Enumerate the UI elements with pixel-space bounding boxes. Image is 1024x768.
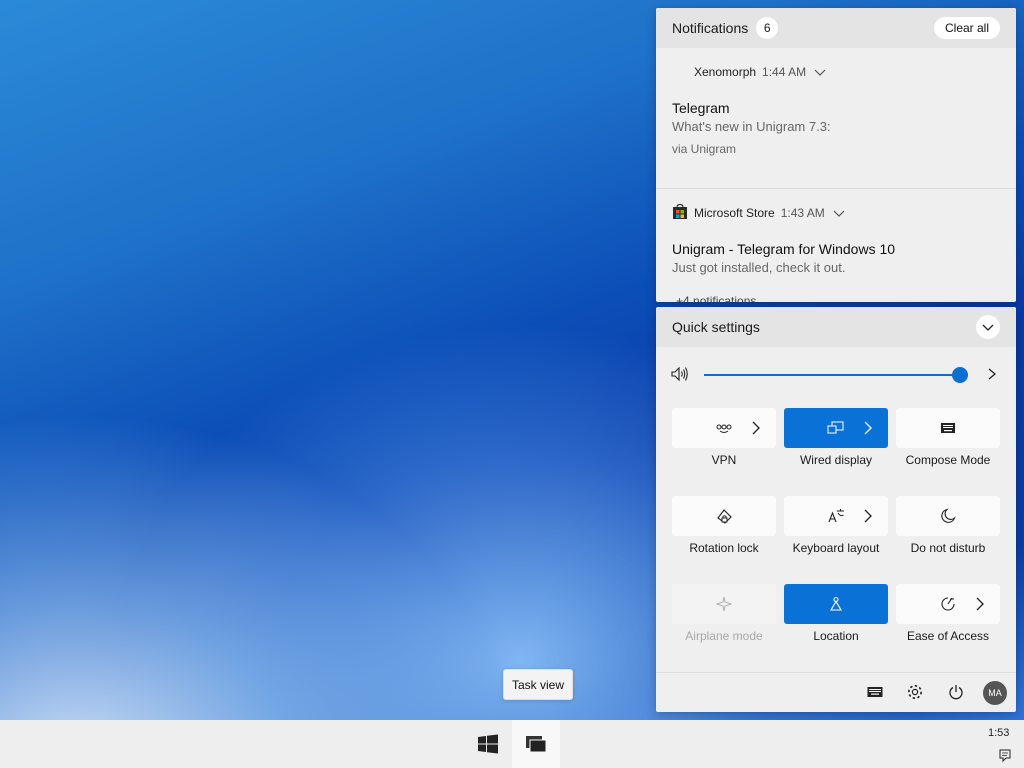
taskbar: 1:53 — [0, 720, 1024, 768]
task-view-icon — [526, 736, 547, 753]
tile-label: Location — [813, 629, 859, 643]
chevron-down-icon[interactable] — [833, 207, 845, 219]
volume-slider-thumb[interactable] — [952, 367, 968, 383]
tile-label: Wired display — [799, 453, 873, 467]
notification-time: 1:44 AM — [762, 65, 807, 79]
chevron-right-icon[interactable] — [860, 508, 876, 524]
task-view-tooltip: Task view — [503, 669, 574, 700]
notifications-header: Notifications 6 Clear all — [656, 8, 1016, 48]
tile-label: Compose Mode — [905, 453, 991, 467]
notification-body: Just got installed, check it out. — [672, 260, 846, 275]
tile-label: Do not disturb — [910, 541, 986, 555]
notification-via: via Unigram — [672, 142, 737, 156]
airplane-icon — [714, 594, 734, 614]
chevron-right-icon[interactable] — [972, 596, 988, 612]
windows-icon — [478, 734, 498, 754]
clear-all-button[interactable]: Clear all — [933, 17, 1000, 39]
volume-row — [656, 347, 1016, 403]
location-tile[interactable] — [784, 584, 888, 624]
notification-app-name: Microsoft Store — [694, 206, 775, 220]
store-icon — [672, 203, 694, 223]
chevron-right-icon[interactable] — [860, 420, 876, 436]
more-notifications-link[interactable]: +4 notifications — [676, 294, 756, 302]
do-not-disturb-tile[interactable] — [896, 496, 1000, 536]
keyboard-layout-icon — [826, 506, 846, 526]
chevron-down-icon[interactable] — [814, 66, 826, 78]
notification-body: What's new in Unigram 7.3: — [672, 119, 831, 134]
moon-icon — [938, 506, 958, 526]
quick-settings-title: Quick settings — [672, 319, 760, 335]
notification-time: 1:43 AM — [780, 206, 825, 220]
quick-settings-panel: Quick settings VPN Wired display Compose… — [656, 307, 1016, 712]
notification-header: Xenomorph 1:44 AM — [672, 58, 1000, 86]
chevron-right-icon[interactable] — [985, 367, 999, 381]
keyboard-layout-tile[interactable] — [784, 496, 888, 536]
start-button[interactable] — [464, 720, 512, 768]
tile-label: VPN — [711, 453, 737, 467]
notifications-title: Notifications — [672, 20, 749, 36]
ease-of-access-tile[interactable] — [896, 584, 1000, 624]
wired-display-icon — [826, 418, 846, 438]
notification-title: Telegram — [672, 100, 730, 116]
rotation-lock-tile[interactable] — [672, 496, 776, 536]
notifications-panel: Notifications 6 Clear all Xenomorph 1:44… — [656, 8, 1016, 302]
chevron-down-icon — [982, 324, 994, 331]
keyboard-icon — [938, 418, 958, 438]
wired-display-tile[interactable] — [784, 408, 888, 448]
power-icon[interactable] — [947, 683, 965, 701]
tile-label: Keyboard layout — [792, 541, 880, 555]
compose-mode-tile[interactable] — [896, 408, 1000, 448]
volume-slider-track[interactable] — [704, 374, 960, 376]
notifications-count-badge: 6 — [756, 17, 779, 39]
keyboard-icon[interactable] — [866, 683, 884, 701]
gear-icon[interactable] — [906, 683, 924, 701]
tile-label: Rotation lock — [689, 541, 759, 555]
chevron-right-icon[interactable] — [748, 420, 764, 436]
notification-header: Microsoft Store 1:43 AM — [672, 199, 1000, 227]
notification-app-name: Xenomorph — [694, 65, 757, 79]
location-icon — [826, 594, 846, 614]
ease-of-access-icon — [938, 594, 958, 614]
notification-title: Unigram - Telegram for Windows 10 — [672, 241, 896, 257]
task-view-button[interactable] — [512, 720, 560, 768]
notification-card[interactable]: Microsoft Store 1:43 AM Unigram - Telegr… — [656, 188, 1016, 302]
notification-card[interactable]: Xenomorph 1:44 AM Telegram What's new in… — [656, 58, 1016, 188]
speaker-icon[interactable] — [671, 366, 689, 382]
airplane-mode-tile[interactable] — [672, 584, 776, 624]
taskbar-clock[interactable]: 1:53 — [988, 727, 1009, 739]
tile-label: Ease of Access — [906, 629, 990, 643]
quick-settings-header: Quick settings — [656, 307, 1016, 347]
rotation-lock-icon — [714, 506, 734, 526]
vpn-icon — [714, 418, 734, 438]
avatar[interactable]: MA — [983, 681, 1007, 705]
collapse-button[interactable] — [976, 315, 1000, 339]
vpn-tile[interactable] — [672, 408, 776, 448]
notification-icon[interactable] — [999, 749, 1011, 763]
tile-label: Airplane mode — [685, 629, 763, 643]
